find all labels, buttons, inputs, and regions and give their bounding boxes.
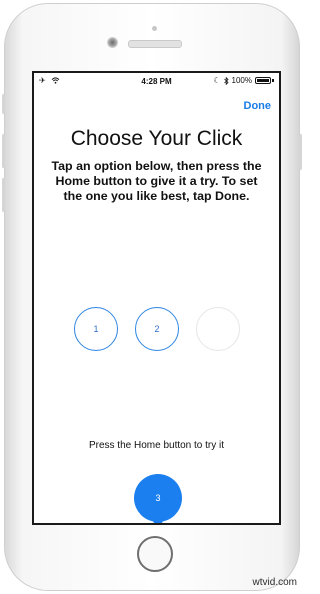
instructions-text: Tap an option below, then press the Home… xyxy=(51,159,262,203)
volume-up-button xyxy=(2,134,5,168)
page-title: Choose Your Click xyxy=(70,127,243,150)
earpiece-speaker xyxy=(128,40,182,48)
battery-percent: 100% xyxy=(231,76,252,85)
click-option-2[interactable]: 2 xyxy=(135,307,179,351)
done-button[interactable]: Done xyxy=(244,100,272,112)
home-button[interactable] xyxy=(137,536,173,572)
click-option-3[interactable] xyxy=(196,307,240,351)
click-option-1[interactable]: 1 xyxy=(74,307,118,351)
front-camera xyxy=(107,37,118,48)
battery-tip xyxy=(272,79,274,82)
home-button-hint: Press the Home button to try it xyxy=(88,440,225,451)
proximity-sensor xyxy=(152,26,157,31)
battery-icon xyxy=(255,77,271,84)
selected-option-bubble: 3 xyxy=(134,474,182,523)
power-button xyxy=(299,134,302,170)
mute-switch xyxy=(2,94,5,114)
status-bar: ✈ 4:28 PM ☾ 100% xyxy=(34,73,279,89)
bluetooth-icon xyxy=(223,76,229,85)
screen: ✈ 4:28 PM ☾ 100% Done Choose Your Click xyxy=(32,71,281,525)
moon-icon: ☾ xyxy=(213,76,221,85)
iphone-frame: ✈ 4:28 PM ☾ 100% Done Choose Your Click xyxy=(2,3,302,591)
volume-down-button xyxy=(2,178,5,212)
watermark: wtvid.com xyxy=(252,577,297,588)
